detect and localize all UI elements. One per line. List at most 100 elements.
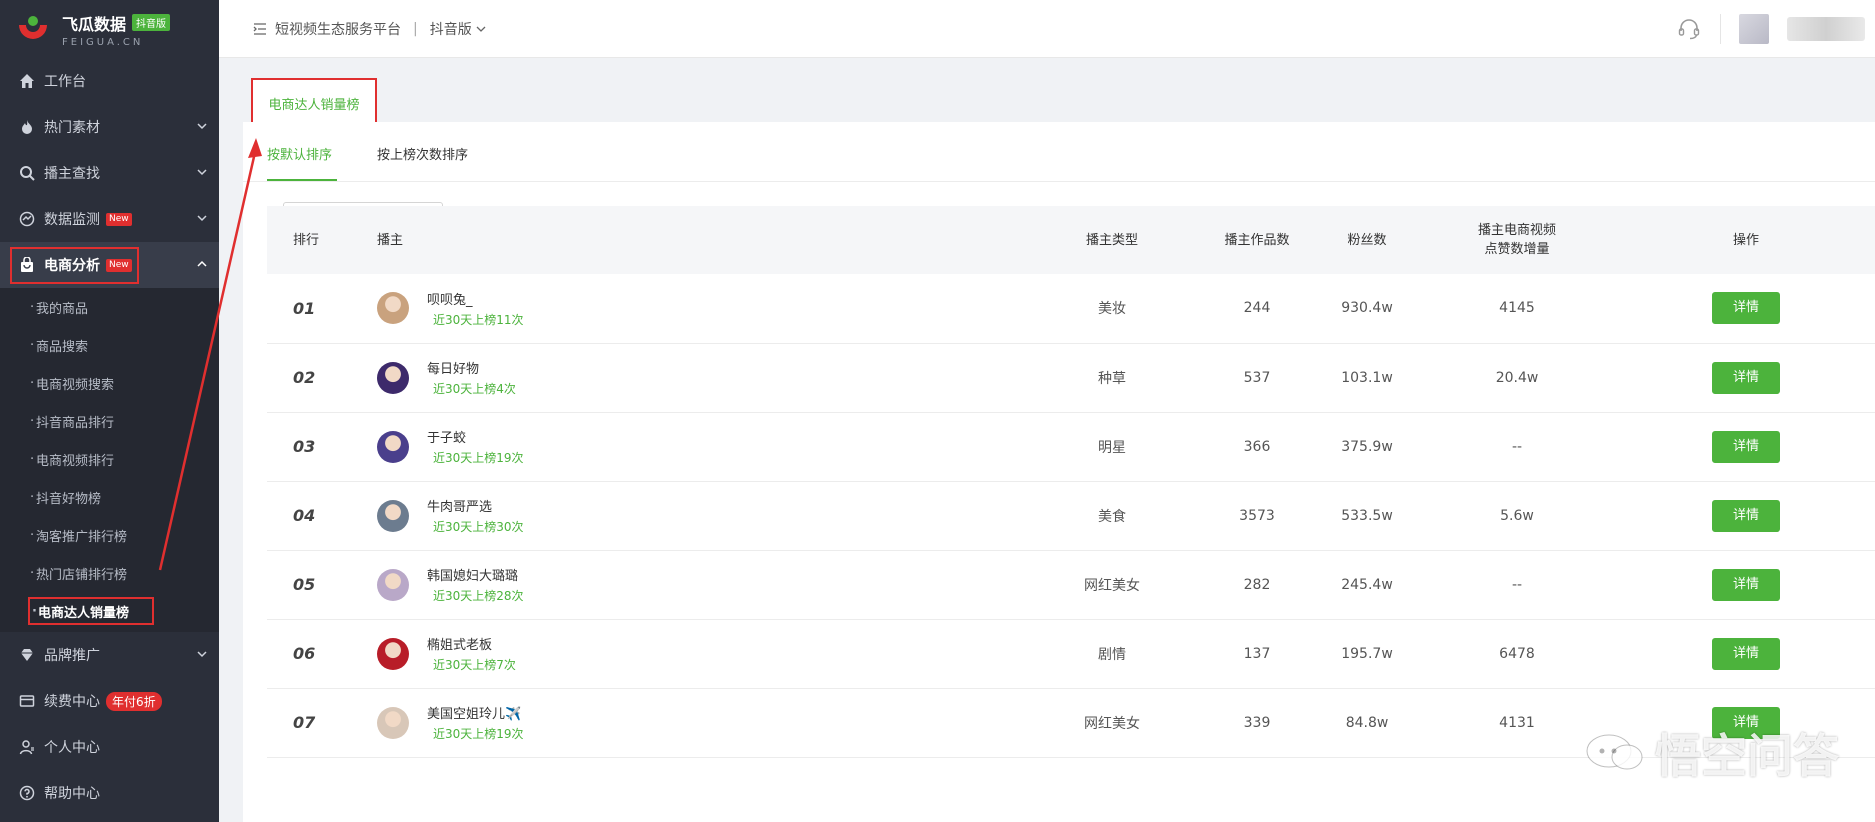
rank-count-note: 近30天上榜4次 [433, 382, 516, 396]
submenu-video-search[interactable]: 电商视频搜索 [0, 364, 219, 402]
brand-logo[interactable]: 飞瓜数据 抖音版 FEIGUA.CN [0, 0, 219, 58]
anchor-name[interactable]: 呗呗兔_ [427, 289, 524, 308]
avatar[interactable] [377, 430, 409, 463]
page-tab-influencer-sales-rank[interactable]: 电商达人销量榜 [251, 78, 377, 128]
sidebar-item-label: 工作台 [44, 74, 86, 90]
sidebar-item-data-monitor[interactable]: 数据监测 New [0, 196, 219, 242]
anchor-name[interactable]: 美国空姐玲儿✈️ [427, 703, 524, 722]
table-row: 04 牛肉哥严选 近30天上榜30次 美食 3573 533.5w 5.6w 详情 [267, 481, 1875, 550]
header-type: 播主类型 [1085, 232, 1138, 248]
avatar[interactable] [377, 361, 409, 394]
rank-count-note: 近30天上榜19次 [433, 727, 524, 741]
avatar[interactable] [377, 568, 409, 601]
fans-cell: 375.9w [1341, 438, 1393, 455]
help-icon [18, 784, 36, 802]
type-cell: 美食 [1098, 508, 1126, 525]
detail-button[interactable]: 详情 [1712, 637, 1780, 670]
submenu-good-items-list[interactable]: 抖音好物榜 [0, 478, 219, 516]
submenu-influencer-sales-rank[interactable]: 电商达人销量榜 [28, 597, 154, 625]
anchor-cell: 于子蛟 近30天上榜19次 [367, 412, 1027, 481]
works-cell: 537 [1243, 369, 1271, 386]
tab-default-sort[interactable]: 按默认排序 [267, 144, 337, 181]
fans-cell: 245.4w [1341, 576, 1393, 593]
sidebar-item-label: 品牌推广 [44, 648, 100, 664]
submenu-video-rank[interactable]: 电商视频排行 [0, 440, 219, 478]
sidebar-item-label: 个人中心 [44, 740, 100, 756]
tab-rank-count-sort[interactable]: 按上榜次数排序 [377, 144, 468, 181]
version-selector[interactable]: 抖音版 [430, 19, 487, 39]
anchor-name[interactable]: 每日好物 [427, 358, 516, 377]
header-works: 播主作品数 [1224, 232, 1290, 248]
chevron-down-icon [197, 169, 207, 176]
likes-cell: -- [1511, 438, 1523, 455]
submenu-douyin-product-rank[interactable]: 抖音商品排行 [0, 402, 219, 440]
monitor-icon [18, 210, 36, 228]
chat-bubble-icon [1586, 734, 1643, 770]
works-cell: 366 [1243, 438, 1271, 455]
anchor-name[interactable]: 牛肉哥严选 [427, 496, 524, 515]
submenu-my-products[interactable]: 我的商品 [0, 288, 219, 326]
submenu-hot-shop-rank[interactable]: 热门店铺排行榜 [0, 554, 219, 592]
brand-subtitle: FEIGUA.CN [62, 36, 144, 48]
action-cell: 详情 [1617, 274, 1875, 343]
avatar[interactable] [377, 292, 409, 325]
action-cell: 详情 [1617, 412, 1875, 481]
menu-fold-icon[interactable] [253, 22, 267, 36]
detail-button[interactable]: 详情 [1712, 430, 1780, 463]
table-row: 02 每日好物 近30天上榜4次 种草 537 103.1w 20.4w 详情 [267, 343, 1875, 412]
sidebar-item-ecommerce[interactable]: 电商分析 New [0, 242, 219, 288]
watermark-text: 悟空问答 [1655, 729, 1839, 783]
anchor-name[interactable]: 椭姐式老板 [427, 634, 516, 653]
user-avatar[interactable] [1739, 14, 1769, 44]
headset-icon[interactable] [1676, 16, 1702, 42]
new-badge: New [106, 212, 132, 226]
works-cell: 137 [1243, 645, 1271, 662]
avatar[interactable] [377, 637, 409, 670]
detail-button[interactable]: 详情 [1712, 361, 1780, 394]
brand-title: 飞瓜数据 [62, 14, 127, 34]
header-likes-line1: 播主电商视频 [1477, 223, 1556, 238]
works-cell: 282 [1243, 576, 1271, 593]
likes-cell: 20.4w [1495, 369, 1539, 386]
sidebar-item-profile[interactable]: 个人中心 [0, 724, 219, 770]
chevron-down-icon [197, 123, 207, 130]
sidebar-item-brand-promo[interactable]: 品牌推广 [0, 632, 219, 678]
action-cell: 详情 [1617, 619, 1875, 688]
anchor-cell: 每日好物近30天上榜4次 [367, 343, 1027, 412]
header-rank: 排行 [293, 232, 320, 248]
anchor-name[interactable]: 于子蛟 [427, 427, 524, 446]
rank-cell: 06 [293, 644, 316, 663]
header-action: 操作 [1732, 232, 1759, 248]
type-cell: 美妆 [1098, 301, 1126, 318]
anchor-name[interactable]: 韩国媳妇大璐璐 [427, 565, 524, 584]
sidebar: 飞瓜数据 抖音版 FEIGUA.CN 工作台 热门素材 播主查找 数据监测 Ne… [0, 0, 219, 822]
type-cell: 种草 [1098, 370, 1126, 387]
logo-icon [19, 16, 47, 39]
rank-count-note: 近30天上榜28次 [433, 589, 524, 603]
sidebar-item-label: 播主查找 [44, 166, 100, 182]
sidebar-item-workbench[interactable]: 工作台 [0, 58, 219, 104]
fans-cell: 533.5w [1341, 507, 1393, 524]
submenu-taoke-rank[interactable]: 淘客推广排行榜 [0, 516, 219, 554]
sidebar-item-anchor-search[interactable]: 播主查找 [0, 150, 219, 196]
avatar[interactable] [377, 706, 409, 739]
detail-button[interactable]: 详情 [1712, 499, 1780, 532]
page-tab-strip: 电商达人销量榜 [243, 58, 1875, 128]
avatar[interactable] [377, 499, 409, 532]
type-cell: 明星 [1098, 439, 1126, 456]
detail-button[interactable]: 详情 [1712, 292, 1780, 325]
brand-badge: 抖音版 [132, 14, 171, 31]
search-icon [18, 164, 36, 182]
submenu-product-search[interactable]: 商品搜索 [0, 326, 219, 364]
user-name-blurred[interactable] [1787, 17, 1865, 41]
sidebar-item-renewal[interactable]: 续费中心 年付6折 [0, 678, 219, 724]
ecommerce-submenu: 我的商品 商品搜索 电商视频搜索 抖音商品排行 电商视频排行 抖音好物榜 淘客推… [0, 288, 219, 632]
likes-cell: 6478 [1499, 645, 1535, 662]
rank-cell: 01 [293, 298, 316, 318]
action-cell: 详情 [1617, 481, 1875, 550]
detail-button[interactable]: 详情 [1712, 568, 1780, 601]
sidebar-item-help[interactable]: 帮助中心 [0, 770, 219, 816]
promo-badge: 年付6折 [106, 691, 162, 711]
table-row: 06 椭姐式老板 近30天上榜7次 剧情 137 195.7w 6478 详情 [267, 619, 1875, 688]
sidebar-item-hot-material[interactable]: 热门素材 [0, 104, 219, 150]
